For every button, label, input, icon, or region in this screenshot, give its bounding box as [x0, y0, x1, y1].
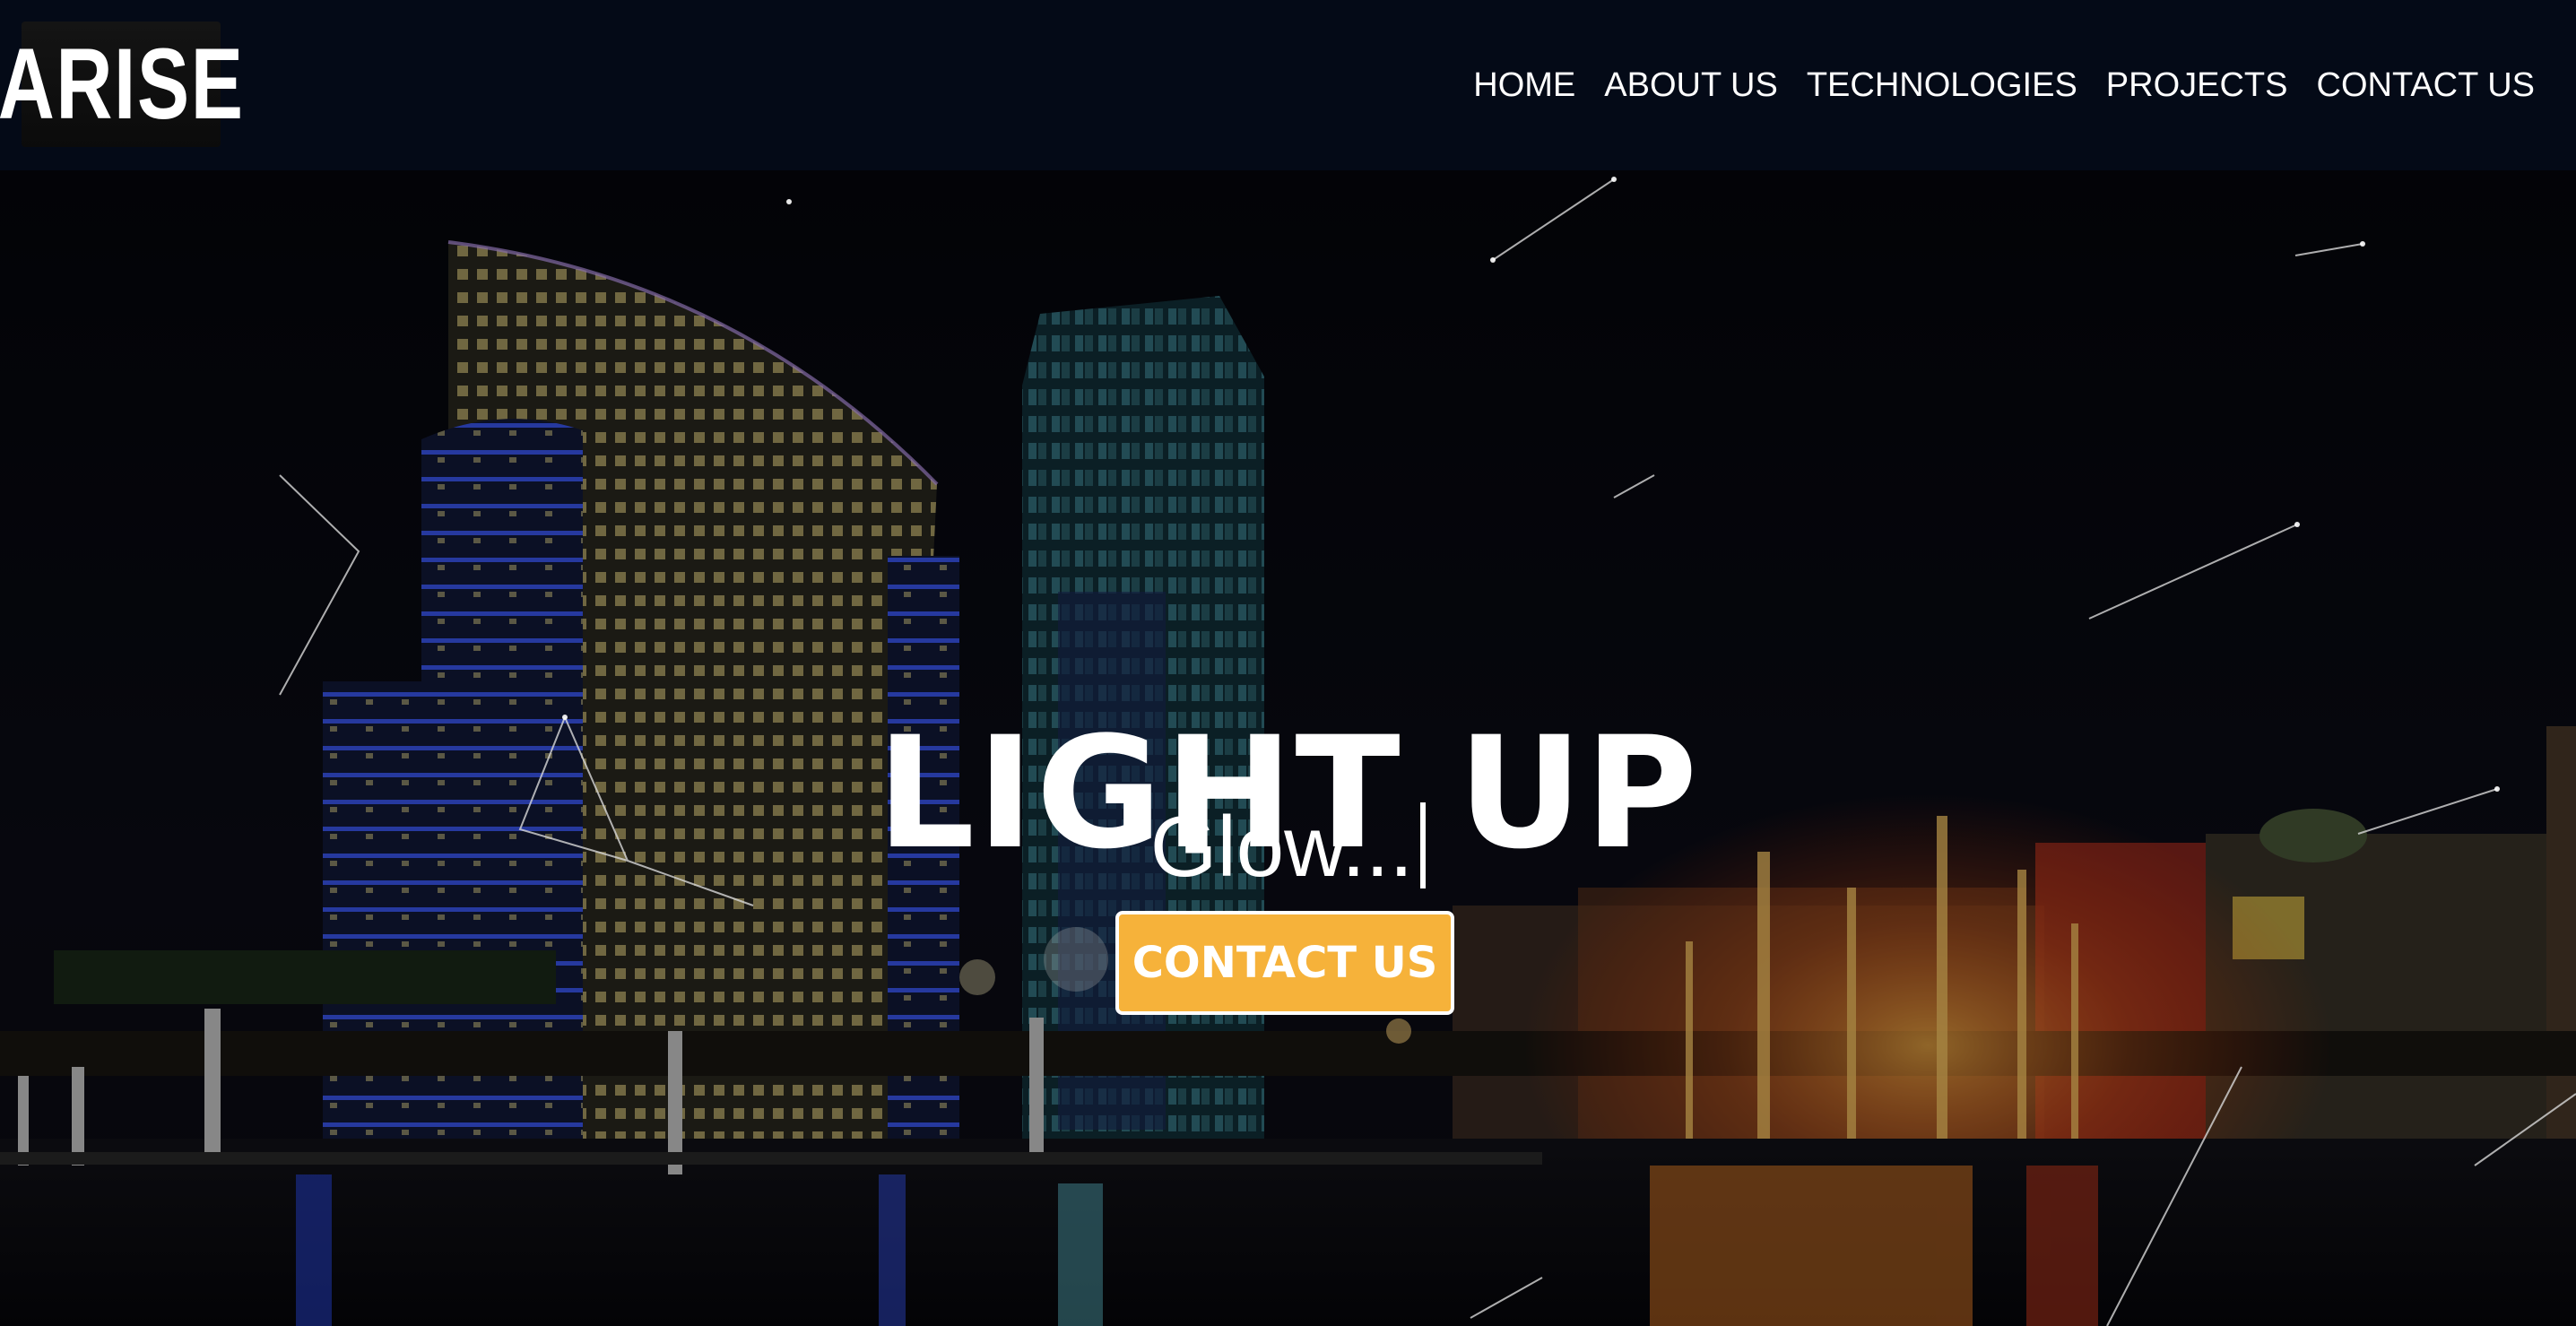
logo-text: ARISE: [0, 28, 245, 140]
nav-item-home[interactable]: HOME: [1473, 63, 1575, 108]
nav-item-contact-us[interactable]: CONTACT US: [2317, 63, 2536, 108]
contact-us-button[interactable]: CONTACT US: [1115, 911, 1454, 1015]
typed-text: Glow...: [1149, 799, 1414, 895]
nav-menu: HOME ABOUT US TECHNOLOGIES PROJECTS CONT…: [1473, 63, 2535, 108]
page: ARISE HOME ABOUT US TECHNOLOGIES PROJECT…: [0, 0, 2576, 1326]
logo[interactable]: ARISE: [0, 22, 243, 147]
hero-section: LIGHT UP Glow... CONTACT US: [0, 170, 2576, 1326]
nav-item-technologies[interactable]: TECHNOLOGIES: [1807, 63, 2077, 108]
navbar: ARISE HOME ABOUT US TECHNOLOGIES PROJECT…: [0, 0, 2576, 170]
nav-item-about-us[interactable]: ABOUT US: [1604, 63, 1778, 108]
text-cursor: [1420, 802, 1427, 888]
nav-item-projects[interactable]: PROJECTS: [2106, 63, 2288, 108]
hero-subtitle: Glow...: [0, 798, 2576, 897]
